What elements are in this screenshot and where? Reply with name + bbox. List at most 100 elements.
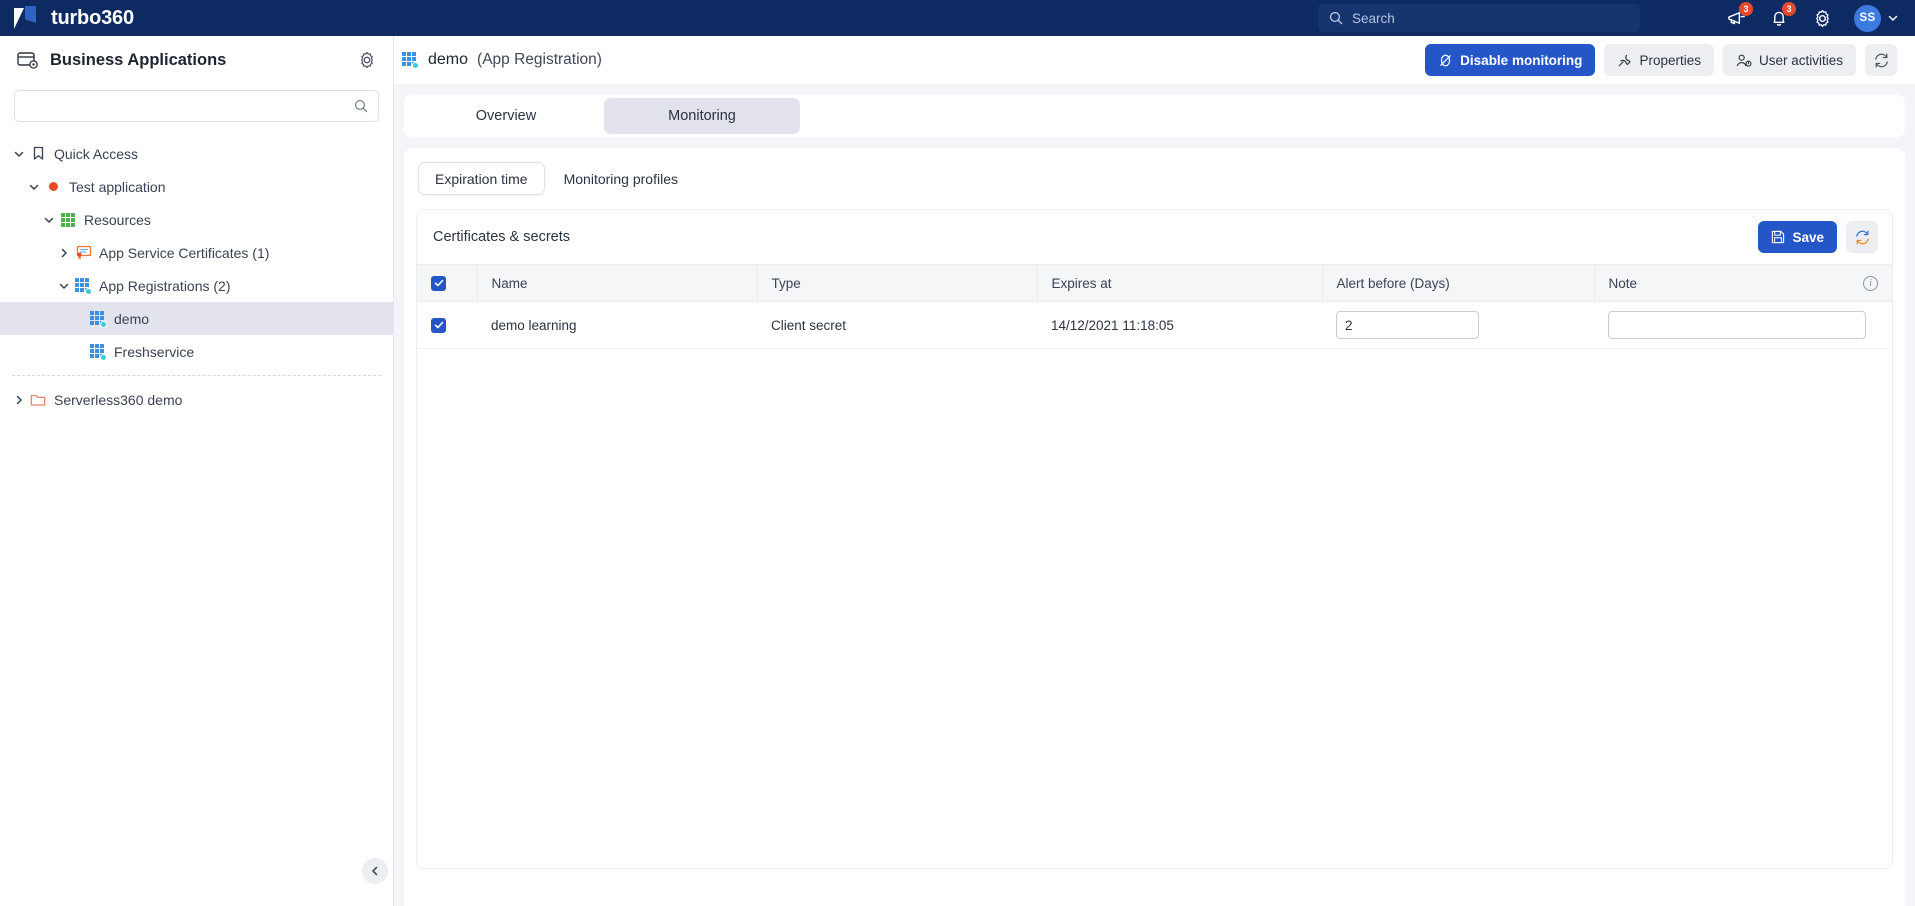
business-applications-icon bbox=[17, 51, 38, 69]
certificates-card-header: Certificates & secrets Save bbox=[417, 210, 1892, 264]
topbar-icons: 3 3 SS bbox=[1725, 0, 1899, 36]
sidebar-header: Business Applications bbox=[0, 36, 393, 84]
sidebar-item-resources[interactable]: Resources bbox=[0, 203, 393, 236]
app-registration-icon bbox=[89, 310, 107, 328]
user-activities-button[interactable]: User activities bbox=[1722, 44, 1856, 76]
wrench-icon bbox=[1619, 54, 1632, 66]
user-menu[interactable]: SS bbox=[1854, 4, 1899, 32]
row-name: demo learning bbox=[477, 301, 757, 349]
tab-overview[interactable]: Overview bbox=[408, 98, 604, 134]
bookmark-icon-wrap bbox=[28, 146, 48, 161]
tree-expander-down[interactable] bbox=[55, 280, 73, 292]
monitoring-panel: Expiration time Monitoring profiles Certi… bbox=[404, 148, 1905, 906]
alert-before-input[interactable] bbox=[1336, 311, 1479, 339]
note-input[interactable] bbox=[1608, 311, 1866, 339]
sidebar-item-label: Quick Access bbox=[54, 145, 139, 162]
top-bar: turbo360 3 3 bbox=[0, 0, 1915, 36]
certificate-icon bbox=[76, 245, 91, 260]
sidebar-item-label: App Service Certificates (1) bbox=[99, 244, 270, 261]
table-row: demo learning Client secret 14/12/2021 11:… bbox=[417, 301, 1892, 349]
certificates-card: Certificates & secrets Save Name Type Ex… bbox=[416, 209, 1893, 869]
save-icon bbox=[1772, 230, 1785, 244]
sidebar-item-demo[interactable]: demo bbox=[0, 302, 393, 335]
properties-button[interactable]: Properties bbox=[1604, 44, 1714, 76]
app-registration-icon bbox=[402, 52, 419, 69]
notifications-button[interactable]: 3 bbox=[1768, 2, 1796, 29]
tree-expander-down[interactable] bbox=[40, 214, 58, 226]
settings-button[interactable] bbox=[1811, 7, 1833, 29]
red-dot-icon-wrap bbox=[43, 182, 63, 191]
subtab-monitoring-profiles[interactable]: Monitoring profiles bbox=[547, 162, 695, 195]
gear-icon bbox=[1815, 9, 1829, 27]
sidebar-title: Business Applications bbox=[50, 50, 227, 69]
chevron-down-icon bbox=[14, 151, 24, 157]
chevron-down-icon bbox=[44, 217, 54, 223]
table-header-name: Name bbox=[477, 264, 758, 302]
subtab-expiration-time[interactable]: Expiration time bbox=[418, 162, 545, 195]
tree-expander-right[interactable] bbox=[10, 394, 28, 406]
tree-expander-down[interactable] bbox=[25, 181, 43, 193]
page-title: demo bbox=[428, 51, 469, 68]
main-tabs: Overview Monitoring bbox=[404, 94, 1905, 138]
sidebar-search-input[interactable] bbox=[25, 98, 354, 114]
sidebar-item-app-registrations-2[interactable]: App Registrations (2) bbox=[0, 269, 393, 302]
sidebar-search[interactable] bbox=[14, 90, 379, 122]
page-subtitle: (App Registration) bbox=[477, 51, 602, 68]
sidebar-settings-icon[interactable] bbox=[358, 51, 376, 69]
global-search[interactable] bbox=[1318, 4, 1640, 32]
global-search-input[interactable] bbox=[1352, 10, 1629, 26]
sidebar-item-label: Serverless360 demo bbox=[54, 391, 183, 408]
sidebar-item-freshservice[interactable]: Freshservice bbox=[0, 335, 393, 368]
sidebar-item-label: Resources bbox=[84, 211, 151, 228]
card-refresh-button[interactable] bbox=[1846, 221, 1878, 253]
save-button[interactable]: Save bbox=[1758, 221, 1837, 253]
tab-monitoring[interactable]: Monitoring bbox=[604, 98, 800, 134]
table-header-select bbox=[417, 264, 478, 302]
certificates-table: Name Type Expires at Alert before (Days)… bbox=[417, 264, 1892, 349]
avatar: SS bbox=[1854, 4, 1881, 32]
tree-expander-down[interactable] bbox=[10, 148, 28, 160]
tree-expander-right[interactable] bbox=[55, 247, 73, 259]
user-activities-label: User activities bbox=[1758, 52, 1843, 68]
properties-label: Properties bbox=[1639, 52, 1701, 68]
sidebar-item-label: Test application bbox=[69, 178, 166, 195]
sidebar-item-test-application[interactable]: Test application bbox=[0, 170, 393, 203]
certificates-card-title: Certificates & secrets bbox=[433, 229, 570, 245]
sidebar-collapse-button[interactable] bbox=[362, 858, 388, 884]
announcements-badge: 3 bbox=[1739, 2, 1753, 16]
chevron-down-icon bbox=[29, 184, 39, 190]
tab-label: Overview bbox=[475, 108, 537, 124]
save-label: Save bbox=[1792, 229, 1824, 245]
info-icon[interactable]: i bbox=[1863, 275, 1878, 291]
search-icon bbox=[355, 100, 368, 113]
sidebar-item-serverless360-demo[interactable]: Serverless360 demo bbox=[0, 383, 393, 416]
subtab-label: Monitoring profiles bbox=[563, 170, 678, 187]
sidebar: Business Applications Quick Access Test a… bbox=[0, 36, 394, 906]
app-registration-icon bbox=[74, 277, 92, 295]
red-dot-icon bbox=[48, 182, 58, 191]
refresh-icon bbox=[1855, 229, 1869, 245]
sidebar-item-label: Freshservice bbox=[114, 343, 195, 360]
sidebar-item-quick-access[interactable]: Quick Access bbox=[0, 137, 393, 170]
row-checkbox[interactable] bbox=[431, 317, 446, 333]
subtab-label: Expiration time bbox=[435, 170, 528, 187]
select-all-checkbox[interactable] bbox=[431, 275, 446, 291]
brand-name: turbo360 bbox=[51, 6, 134, 29]
disable-monitoring-button[interactable]: Disable monitoring bbox=[1425, 44, 1596, 76]
green-grid-icon bbox=[61, 212, 75, 227]
app-registration-icon-wrap bbox=[73, 277, 93, 295]
bookmark-icon bbox=[33, 146, 43, 160]
chevron-right-icon bbox=[16, 395, 22, 404]
row-select-cell bbox=[417, 301, 477, 349]
row-note-cell bbox=[1594, 301, 1892, 349]
sidebar-item-label: demo bbox=[114, 310, 150, 327]
announcements-button[interactable]: 3 bbox=[1725, 2, 1753, 29]
header-refresh-button[interactable] bbox=[1865, 44, 1897, 76]
check-icon bbox=[434, 321, 443, 329]
app-registration-icon-wrap bbox=[88, 343, 108, 361]
table-header-alert-before: Alert before (Days) bbox=[1322, 264, 1595, 302]
sidebar-item-app-service-certificates-1[interactable]: App Service Certificates (1) bbox=[0, 236, 393, 269]
disable-monitoring-label: Disable monitoring bbox=[1460, 52, 1583, 68]
chevron-down-icon bbox=[1888, 15, 1898, 21]
brand-logo[interactable]: turbo360 bbox=[0, 6, 134, 30]
